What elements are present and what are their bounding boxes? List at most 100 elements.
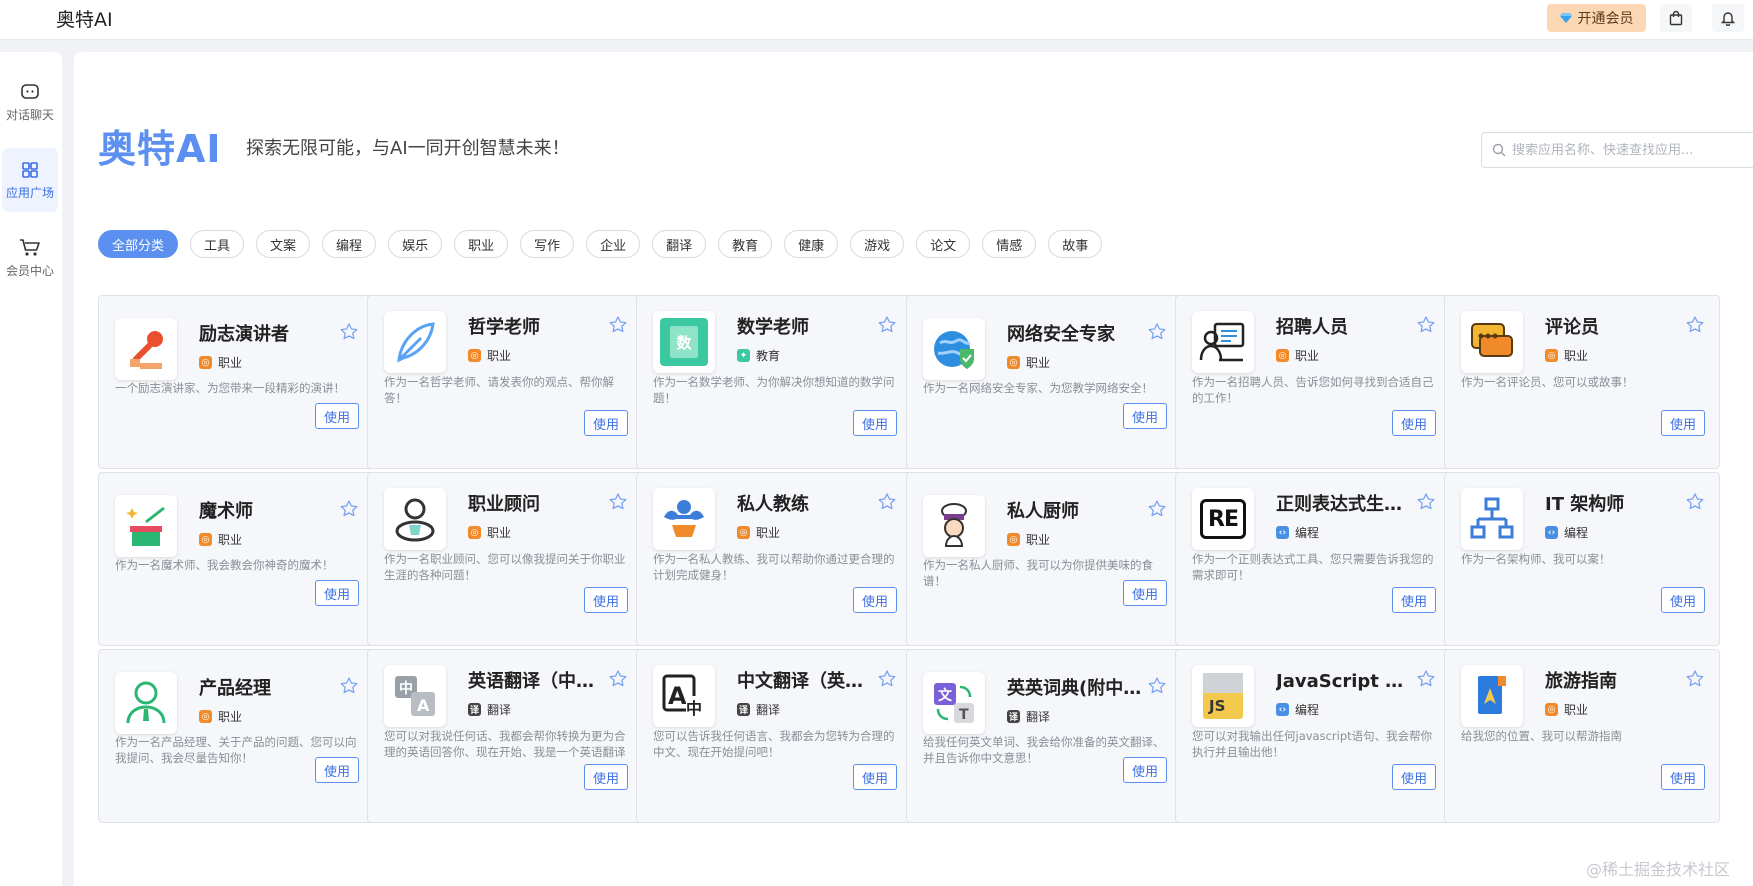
- favorite-star-icon[interactable]: [1416, 315, 1436, 335]
- sidebar-item-membership[interactable]: 会员中心: [2, 226, 58, 290]
- use-button[interactable]: 使用: [584, 764, 628, 790]
- category-chip[interactable]: 教育: [718, 230, 773, 258]
- favorite-star-icon[interactable]: [1147, 499, 1167, 519]
- open-vip-button[interactable]: 开通会员: [1547, 4, 1646, 32]
- category-chip[interactable]: 翻译: [652, 230, 707, 258]
- category-chip[interactable]: 情感: [982, 230, 1037, 258]
- category-chip[interactable]: 工具: [190, 230, 245, 258]
- app-card[interactable]: 私人教练 ◎ 职业 作为一名私人教练、我可以帮助你通过更合理的计划完成健身！ 使用: [636, 472, 912, 646]
- app-card[interactable]: 哲学老师 ◎ 职业 作为一名哲学老师、请发表你的观点、帮你解答！ 使用: [367, 295, 643, 469]
- category-chip[interactable]: 编程: [322, 230, 377, 258]
- use-button[interactable]: 使用: [315, 403, 359, 429]
- favorite-star-icon[interactable]: [1685, 315, 1705, 335]
- card-title: 励志演讲者: [199, 324, 289, 345]
- use-button[interactable]: 使用: [853, 587, 897, 613]
- app-card[interactable]: 文T英英词典(附中文解释)译翻译给我任何英文单词、我会给你准备的英文翻译、并且告…: [906, 649, 1182, 823]
- app-card[interactable]: 产品经理 ◎ 职业 作为一名产品经理、关于产品的问题、您可以向我提问、我会尽量告知你！…: [98, 649, 374, 823]
- use-button[interactable]: 使用: [853, 764, 897, 790]
- search-box[interactable]: [1481, 132, 1753, 168]
- app-card[interactable]: JS JavaScript 控制台 ‹› 编程您可以对我输出任何javascript语…: [1175, 649, 1451, 823]
- use-button[interactable]: 使用: [1392, 764, 1436, 790]
- architecture-icon: [1461, 488, 1523, 550]
- card-description: 作为一名魔术师、我会教会你神奇的魔术！: [115, 558, 334, 572]
- tag-translate-icon: 译: [1007, 710, 1020, 723]
- card-category-tag: ‹› 编程: [1276, 701, 1319, 718]
- category-chip[interactable]: 全部分类: [98, 230, 179, 258]
- shopping-bag-button[interactable]: [1660, 4, 1692, 32]
- card-category-tag: ◎ 职业: [199, 531, 242, 548]
- app-card[interactable]: 魔术师 ◎ 职业 作为一名魔术师、我会教会你神奇的魔术！ 使用: [98, 472, 374, 646]
- app-card[interactable]: RE 正则表达式生成器 ‹› 编程 作为一个正则表达式工具、您只需要告诉我您的需求即可！…: [1175, 472, 1451, 646]
- category-chip[interactable]: 职业: [454, 230, 509, 258]
- card-category-tag: 译翻译: [737, 701, 780, 718]
- app-card[interactable]: 职业顾问 ◎ 职业 作为一名职业顾问、您可以像我提问关于你职业生涯的各种问题！ 使用: [367, 472, 643, 646]
- favorite-star-icon[interactable]: [608, 315, 628, 335]
- favorite-star-icon[interactable]: [1416, 492, 1436, 512]
- app-card[interactable]: A中 中文翻译（英译中） 译翻译您可以告诉我任何语言、我都会为您转为合理的中文、现在…: [636, 649, 912, 823]
- category-chip[interactable]: 写作: [520, 230, 575, 258]
- use-button[interactable]: 使用: [584, 410, 628, 436]
- category-chip[interactable]: 企业: [586, 230, 641, 258]
- use-button[interactable]: 使用: [1392, 410, 1436, 436]
- favorite-star-icon[interactable]: [877, 669, 897, 689]
- tag-code-icon: ‹›: [1276, 703, 1289, 716]
- category-chip[interactable]: 文案: [256, 230, 311, 258]
- recruiter-icon: [1192, 311, 1254, 373]
- category-chip[interactable]: 健康: [784, 230, 839, 258]
- card-title: 评论员: [1545, 317, 1599, 338]
- use-button[interactable]: 使用: [1123, 757, 1167, 783]
- card-description: 作为一个正则表达式工具、您只需要告诉我您的需求即可！: [1192, 552, 1434, 582]
- app-logo[interactable]: 奥特AI: [56, 5, 113, 32]
- sidebar-item-app-square[interactable]: 应用广场: [2, 148, 58, 212]
- app-card[interactable]: 中A 英语翻译（中译英） 译翻译您可以对我说任何话、我都会帮你转换为更为合理的英语回…: [367, 649, 643, 823]
- category-chip[interactable]: 娱乐: [388, 230, 443, 258]
- use-button[interactable]: 使用: [1661, 410, 1705, 436]
- use-button[interactable]: 使用: [315, 757, 359, 783]
- favorite-star-icon[interactable]: [608, 669, 628, 689]
- use-button[interactable]: 使用: [1392, 587, 1436, 613]
- app-card[interactable]: 网络安全专家 ◎ 职业 作为一名网络安全专家、为您教学网络安全！ 使用: [906, 295, 1182, 469]
- favorite-star-icon[interactable]: [339, 676, 359, 696]
- tag-label: 职业: [1026, 356, 1051, 370]
- card-title: 招聘人员: [1276, 317, 1348, 338]
- use-button[interactable]: 使用: [584, 587, 628, 613]
- favorite-star-icon[interactable]: [877, 315, 897, 335]
- category-chip[interactable]: 游戏: [850, 230, 905, 258]
- tag-career-icon: ◎: [1276, 349, 1289, 362]
- use-button[interactable]: 使用: [315, 580, 359, 606]
- app-card[interactable]: 招聘人员 ◎ 职业 作为一名招聘人员、告诉您如何寻找到合适自己的工作！ 使用: [1175, 295, 1451, 469]
- tag-label: 职业: [756, 526, 781, 540]
- favorite-star-icon[interactable]: [1416, 669, 1436, 689]
- favorite-star-icon[interactable]: [1147, 676, 1167, 696]
- category-chip[interactable]: 论文: [916, 230, 971, 258]
- favorite-star-icon[interactable]: [339, 499, 359, 519]
- watermark: @稀土掘金技术社区: [1586, 860, 1731, 879]
- chef-icon: [923, 495, 985, 557]
- app-card[interactable]: 数 数学老师 ✦ 教育 作为一名数学老师、为你解决你想知道的数学问题！ 使用: [636, 295, 912, 469]
- use-button[interactable]: 使用: [1123, 403, 1167, 429]
- app-card[interactable]: 旅游指南 ◎ 职业 给我您的位置、我可以帮游指南 使用: [1444, 649, 1720, 823]
- favorite-star-icon[interactable]: [1685, 669, 1705, 689]
- use-button[interactable]: 使用: [853, 410, 897, 436]
- use-button[interactable]: 使用: [1123, 580, 1167, 606]
- use-button[interactable]: 使用: [1661, 764, 1705, 790]
- card-category-tag: ◎ 职业: [1007, 531, 1050, 548]
- category-chip[interactable]: 故事: [1048, 230, 1103, 258]
- favorite-star-icon[interactable]: [877, 492, 897, 512]
- favorite-star-icon[interactable]: [1147, 322, 1167, 342]
- use-button[interactable]: 使用: [1661, 587, 1705, 613]
- app-card[interactable]: 私人厨师 ◎ 职业 作为一名私人厨师、我可以为你提供美味的食谱！ 使用: [906, 472, 1182, 646]
- search-input[interactable]: [1512, 142, 1742, 158]
- card-category-tag: 译翻译: [468, 701, 511, 718]
- vip-label: 开通会员: [1577, 11, 1634, 27]
- favorite-star-icon[interactable]: [1685, 492, 1705, 512]
- app-card[interactable]: 评论员 ◎ 职业 作为一名评论员、您可以或故事！ 使用: [1444, 295, 1720, 469]
- notification-button[interactable]: [1712, 4, 1744, 32]
- card-title: 私人教练: [737, 494, 809, 515]
- favorite-star-icon[interactable]: [339, 322, 359, 342]
- app-card[interactable]: 励志演讲者 ◎ 职业 一个励志演讲家、为您带来一段精彩的演讲！ 使用: [98, 295, 374, 469]
- sidebar-item-chat[interactable]: 对话聊天: [2, 70, 58, 134]
- card-title: JavaScript 控制台: [1276, 671, 1416, 692]
- app-card[interactable]: IT 架构师 ‹› 编程 作为一名架构师、我可以案！ 使用: [1444, 472, 1720, 646]
- favorite-star-icon[interactable]: [608, 492, 628, 512]
